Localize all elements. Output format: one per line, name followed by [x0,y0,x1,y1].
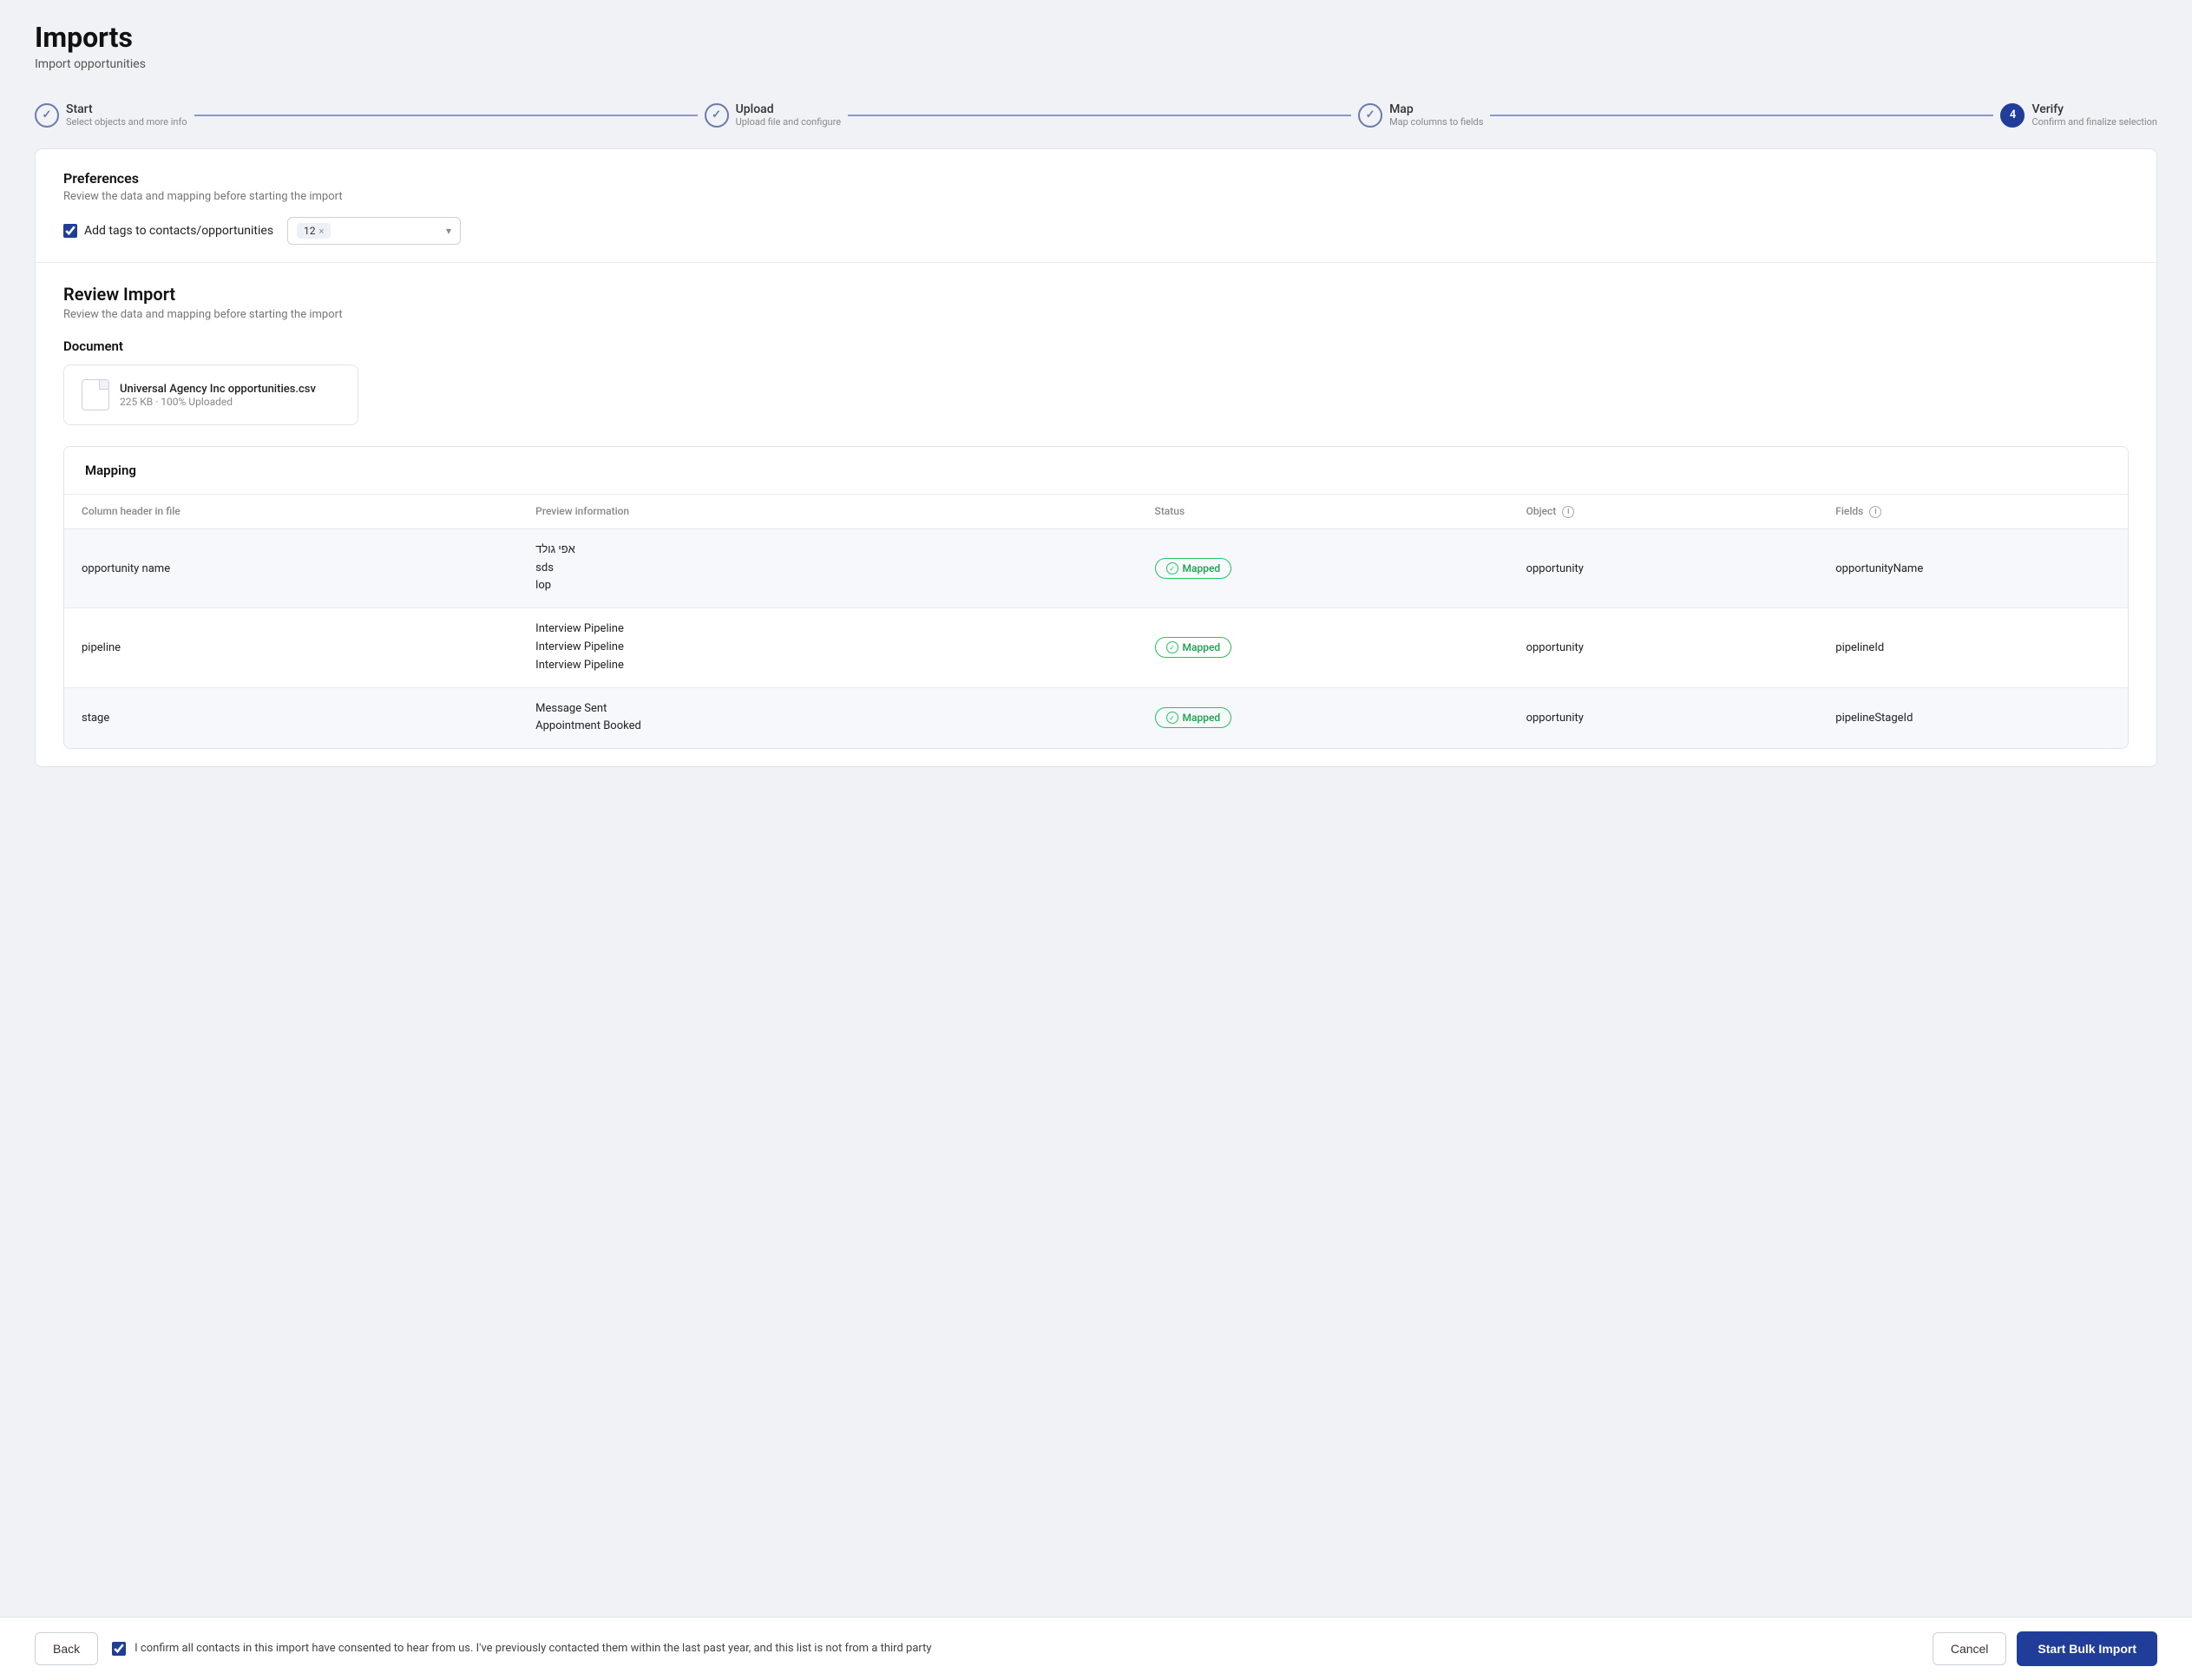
stepper: ✓ Start Select objects and more info ✓ U… [0,85,2192,148]
main-content: Preferences Review the data and mapping … [35,148,2157,767]
status-badge: ✓Mapped [1155,637,1232,658]
mapping-table-header-row: Column header in file Preview informatio… [64,495,2128,528]
check-circle-icon: ✓ [1166,712,1178,724]
step-start-label: Start [66,102,187,116]
cancel-button[interactable]: Cancel [1933,1632,2007,1665]
step-start-desc: Select objects and more info [66,116,187,128]
preferences-section: Preferences Review the data and mapping … [36,149,2156,263]
object-info-icon: i [1562,506,1574,518]
step-line-1 [194,115,698,116]
review-section: Review Import Review the data and mappin… [36,263,2156,766]
col-header-status: Status [1138,495,1509,528]
preferences-subtitle: Review the data and mapping before start… [63,190,2129,203]
document-card: Universal Agency Inc opportunities.csv 2… [63,364,358,425]
preferences-title: Preferences [63,170,2129,187]
tags-row: Add tags to contacts/opportunities 12 × … [63,217,2129,245]
col-header-object: Object i [1509,495,1819,528]
field-cell: opportunityName [1818,528,2128,607]
field-cell: pipelineStageId [1818,687,2128,748]
back-button[interactable]: Back [35,1632,98,1665]
tag-select-dropdown[interactable]: 12 × ▾ [287,217,461,245]
mapping-table-body: opportunity nameאפי גולד sds lop ✓Mapped o… [64,528,2128,748]
consent-text: I confirm all contacts in this import ha… [135,1640,931,1657]
tag-remove-icon[interactable]: × [319,226,325,237]
step-start: ✓ Start Select objects and more info [35,102,187,128]
review-subtitle: Review the data and mapping before start… [63,308,2129,321]
step-line-3 [1490,115,1993,116]
mapping-table: Column header in file Preview informatio… [64,495,2128,748]
page-subtitle: Import opportunities [35,57,2157,71]
field-cell: pipelineId [1818,608,2128,687]
preview-cell: אפי גולד sds lop [518,528,1137,607]
consent-checkbox[interactable] [112,1642,126,1656]
file-meta: 225 KB · 100% Uploaded [120,396,316,408]
add-tags-label[interactable]: Add tags to contacts/opportunities [63,224,273,238]
chevron-down-icon: ▾ [446,225,451,237]
start-bulk-import-button[interactable]: Start Bulk Import [2017,1631,2157,1666]
status-cell: ✓Mapped [1138,687,1509,748]
step-verify-label: Verify [2031,102,2157,116]
table-row: stageMessage Sent Appointment Booked ✓Map… [64,687,2128,748]
footer-consent: I confirm all contacts in this import ha… [112,1640,1919,1657]
step-verify: 4 Verify Confirm and finalize selection [2000,102,2157,128]
step-line-2 [848,115,1351,116]
step-upload-desc: Upload file and configure [736,116,841,128]
step-map-label: Map [1389,102,1483,116]
tag-badge: 12 × [297,223,331,239]
tag-value: 12 [304,225,316,237]
column-header-cell: pipeline [64,608,518,687]
object-cell: opportunity [1509,528,1819,607]
footer-actions: Cancel Start Bulk Import [1933,1631,2157,1666]
col-header-fields: Fields i [1818,495,2128,528]
status-badge: ✓Mapped [1155,558,1232,579]
step-map: ✓ Map Map columns to fields [1358,102,1483,128]
step-upload-circle: ✓ [705,103,729,128]
step-map-desc: Map columns to fields [1389,116,1483,128]
status-cell: ✓Mapped [1138,608,1509,687]
status-cell: ✓Mapped [1138,528,1509,607]
column-header-cell: opportunity name [64,528,518,607]
mapping-section-title: Mapping [64,447,2128,495]
file-icon [82,379,109,410]
object-cell: opportunity [1509,687,1819,748]
mapping-card: Mapping Column header in file Preview in… [63,446,2129,749]
fields-info-icon: i [1869,506,1881,518]
step-upload: ✓ Upload Upload file and configure [705,102,841,128]
add-tags-checkbox[interactable] [63,224,77,238]
step-start-circle: ✓ [35,103,59,128]
object-cell: opportunity [1509,608,1819,687]
column-header-cell: stage [64,687,518,748]
step-verify-circle: 4 [2000,103,2025,128]
table-row: pipelineInterview Pipeline Interview Pip… [64,608,2128,687]
step-verify-desc: Confirm and finalize selection [2031,116,2157,128]
col-header-preview: Preview information [518,495,1137,528]
preview-cell: Message Sent Appointment Booked [518,687,1137,748]
file-info: Universal Agency Inc opportunities.csv 2… [120,383,316,408]
table-row: opportunity nameאפי גולד sds lop ✓Mapped o… [64,528,2128,607]
step-map-circle: ✓ [1358,103,1382,128]
review-title: Review Import [63,284,2129,305]
document-label: Document [63,338,2129,354]
check-circle-icon: ✓ [1166,641,1178,653]
page-title: Imports [35,21,2157,54]
check-circle-icon: ✓ [1166,562,1178,574]
footer: Back I confirm all contacts in this impo… [0,1617,2192,1680]
preview-cell: Interview Pipeline Interview Pipeline In… [518,608,1137,687]
add-tags-text: Add tags to contacts/opportunities [84,224,273,238]
file-name: Universal Agency Inc opportunities.csv [120,383,316,396]
step-upload-label: Upload [736,102,841,116]
status-badge: ✓Mapped [1155,707,1232,728]
col-header-file: Column header in file [64,495,518,528]
